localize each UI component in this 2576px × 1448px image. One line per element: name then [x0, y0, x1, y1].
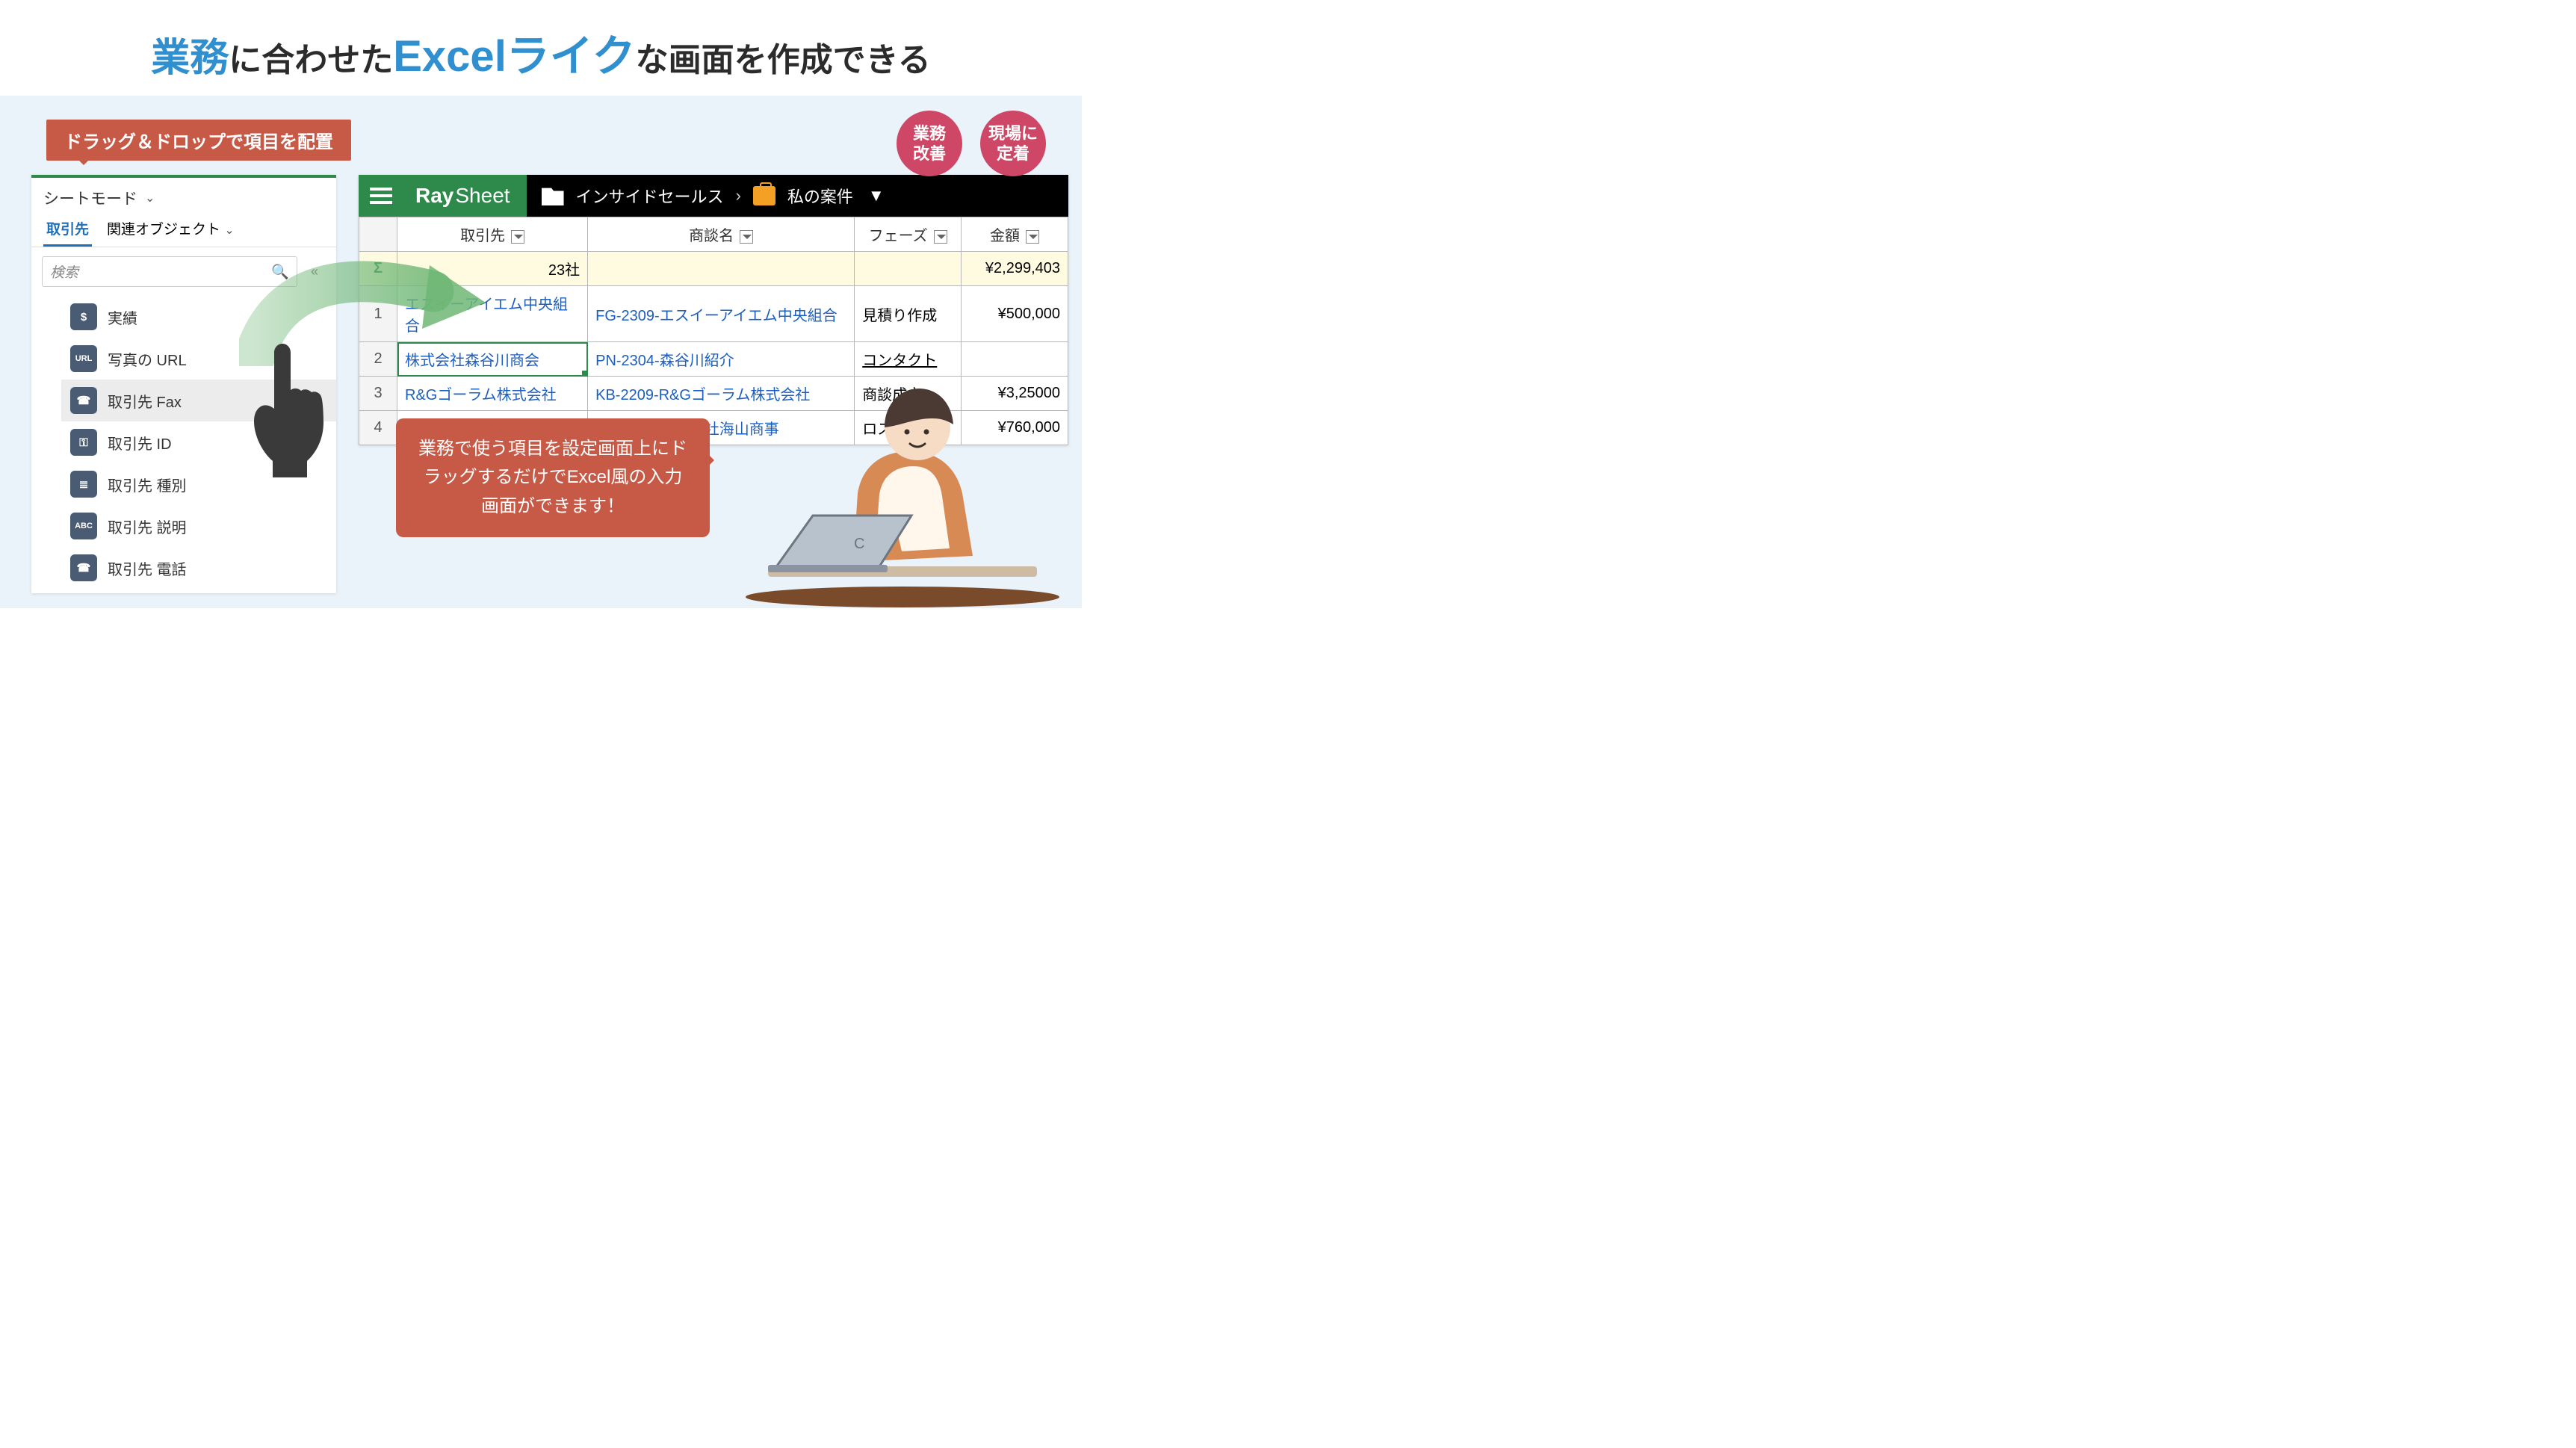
summary-row: Σ 23社 ¥2,299,403	[359, 252, 1068, 286]
chevron-down-icon: ⌄	[145, 191, 155, 205]
table-row[interactable]: 1 エスイーアイエム中央組合 FG-2309-エスイーアイエム中央組合 見積り作…	[359, 286, 1068, 342]
field-item-account-desc[interactable]: ABC 取引先 説明	[61, 505, 336, 547]
field-item-account-type[interactable]: ≣ 取引先 種別	[61, 463, 336, 505]
summary-count: 23社	[397, 252, 588, 286]
cell-phase[interactable]: 見積り作成	[855, 286, 962, 342]
cell-account-selected[interactable]: 株式会社森谷川商会	[397, 342, 588, 377]
row-number: 3	[359, 377, 397, 411]
hamburger-menu-button[interactable]	[359, 175, 403, 217]
field-label: 実績	[108, 306, 137, 328]
spreadsheet-panel: RaySheet インサイドセールス › 私の案件 ▼ 取引先 商談名 フェーズ…	[359, 175, 1068, 445]
chevron-right-icon: ›	[736, 186, 741, 205]
cell-phase[interactable]: コンタクト	[855, 342, 962, 377]
badge-adoption: 現場に 定着	[980, 111, 1046, 176]
row-number: 2	[359, 342, 397, 377]
filter-icon[interactable]	[1026, 230, 1039, 244]
cell-amount[interactable]	[962, 342, 1068, 377]
field-label: 取引先 種別	[108, 474, 187, 495]
page-headline: 業務に合わせたExcelライクな画面を作成できる	[0, 21, 1082, 84]
raysheet-logo: RaySheet	[403, 175, 527, 217]
cell-phase[interactable]: 商談成立	[855, 377, 962, 411]
field-search-input[interactable]: 検索 🔍	[42, 256, 297, 287]
object-tabs: 取引先 関連オブジェクト ⌄	[31, 214, 336, 247]
collapse-panel-button[interactable]: «	[303, 264, 326, 279]
row-number: 4	[359, 411, 397, 445]
breadcrumb-view[interactable]: 私の案件	[787, 184, 853, 208]
cell-opportunity[interactable]: PN-2304-森谷川紹介	[588, 342, 855, 377]
key-icon: ⚿	[70, 429, 97, 456]
grid-topbar: RaySheet インサイドセールス › 私の案件 ▼	[359, 175, 1068, 217]
breadcrumb: インサイドセールス › 私の案件 ▼	[527, 175, 1068, 217]
cell-account[interactable]: エスイーアイエム中央組合	[397, 286, 588, 342]
cell-amount[interactable]: ¥760,000	[962, 411, 1068, 445]
col-header-account[interactable]: 取引先	[397, 217, 588, 252]
cell-account[interactable]: R&Gゴーラム株式会社	[397, 377, 588, 411]
field-item-account-id[interactable]: ⚿ 取引先 ID	[61, 421, 336, 463]
cell-opportunity[interactable]: FG-2309-エスイーアイエム中央組合	[588, 286, 855, 342]
summary-total: ¥2,299,403	[962, 252, 1068, 286]
headline-accent-1: 業務	[151, 37, 229, 80]
field-item-results[interactable]: $ 実績	[61, 296, 336, 338]
field-label: 写真の URL	[108, 348, 187, 370]
cell-amount[interactable]: ¥3,25000	[962, 377, 1068, 411]
col-header-phase[interactable]: フェーズ	[855, 217, 962, 252]
row-number: 1	[359, 286, 397, 342]
header-row: 取引先 商談名 フェーズ 金額	[359, 217, 1068, 252]
field-label: 取引先 ID	[108, 432, 172, 454]
text-icon: ABC	[70, 513, 97, 539]
list-icon: ≣	[70, 471, 97, 498]
headline-accent-2: Excelライク	[393, 32, 635, 81]
field-label: 取引先 Fax	[108, 390, 182, 412]
sigma-icon: Σ	[359, 252, 397, 286]
cell-phase[interactable]: ロスト	[855, 411, 962, 445]
field-label: 取引先 説明	[108, 516, 187, 537]
search-placeholder: 検索	[50, 262, 78, 282]
speech-bubble: 業務で使う項目を設定画面上にドラッグするだけでExcel風の入力画面ができます！	[396, 418, 710, 537]
table-row[interactable]: 3 R&Gゴーラム株式会社 KB-2209-R&Gゴーラム株式会社 商談成立 ¥…	[359, 377, 1068, 411]
table-row[interactable]: 2 株式会社森谷川商会 PN-2304-森谷川紹介 コンタクト	[359, 342, 1068, 377]
breadcrumb-folder[interactable]: インサイドセールス	[576, 184, 724, 208]
field-picker-panel: シートモード ⌄ 取引先 関連オブジェクト ⌄ 検索 🔍 « $ 実績 URL …	[31, 175, 336, 593]
badge-improvement: 業務 改善	[897, 111, 962, 176]
filter-icon[interactable]	[740, 230, 753, 244]
cell-amount[interactable]: ¥500,000	[962, 286, 1068, 342]
field-item-account-fax[interactable]: ☎ 取引先 Fax	[61, 380, 336, 421]
briefcase-icon	[753, 186, 775, 205]
sheet-mode-label: シートモード	[43, 187, 137, 209]
data-grid[interactable]: 取引先 商談名 フェーズ 金額 Σ 23社 ¥2,299,403 1 エスイーア…	[359, 217, 1068, 445]
dropdown-triangle-icon[interactable]: ▼	[868, 186, 885, 205]
field-list: $ 実績 URL 写真の URL ☎ 取引先 Fax ⚿ 取引先 ID ≣ 取引…	[31, 293, 336, 589]
tab-related-objects[interactable]: 関連オブジェクト ⌄	[104, 214, 238, 247]
sheet-mode-dropdown[interactable]: シートモード ⌄	[31, 178, 336, 214]
corner-cell	[359, 217, 397, 252]
phone-icon: ☎	[70, 554, 97, 581]
currency-icon: $	[70, 303, 97, 330]
cell-opportunity[interactable]: KB-2209-R&Gゴーラム株式会社	[588, 377, 855, 411]
col-header-amount[interactable]: 金額	[962, 217, 1068, 252]
folder-icon	[542, 186, 564, 205]
tab-account[interactable]: 取引先	[43, 214, 92, 247]
field-item-account-phone[interactable]: ☎ 取引先 電話	[61, 547, 336, 589]
chevron-down-icon: ⌄	[224, 224, 234, 237]
phone-icon: ☎	[70, 387, 97, 414]
url-icon: URL	[70, 345, 97, 372]
field-item-photo-url[interactable]: URL 写真の URL	[61, 338, 336, 380]
field-label: 取引先 電話	[108, 557, 187, 579]
callout-drag-drop: ドラッグ＆ドロップで項目を配置	[46, 120, 351, 161]
search-icon: 🔍	[271, 263, 289, 281]
filter-icon[interactable]	[934, 230, 947, 244]
col-header-opportunity[interactable]: 商談名	[588, 217, 855, 252]
filter-icon[interactable]	[511, 230, 524, 244]
